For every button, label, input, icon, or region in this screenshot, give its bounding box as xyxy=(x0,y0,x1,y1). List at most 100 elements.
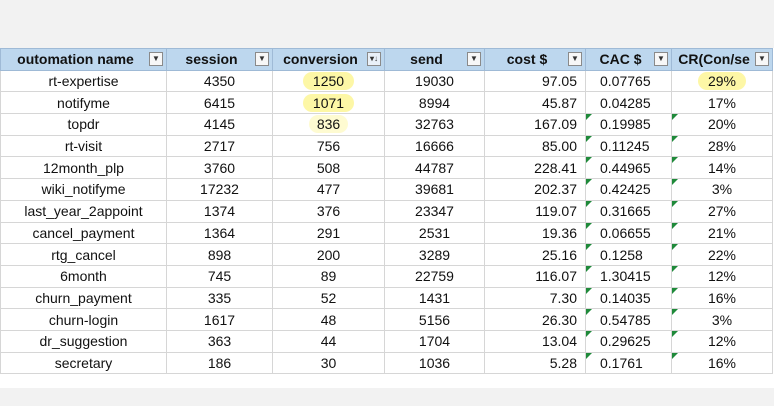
cell-cr[interactable]: 20% xyxy=(671,113,773,136)
cell-cost[interactable]: 5.28 xyxy=(484,351,586,375)
cell-conversion[interactable]: 1071 xyxy=(272,91,385,115)
cell-send[interactable]: 32763 xyxy=(384,113,485,136)
cell-send[interactable]: 8994 xyxy=(384,91,485,115)
cell-automation-name[interactable]: wiki_notifyme xyxy=(0,178,167,201)
cell-automation-name[interactable]: rt-expertise xyxy=(0,69,167,93)
cell-conversion[interactable]: 52 xyxy=(272,286,385,310)
cell-cost[interactable]: 25.16 xyxy=(484,243,586,266)
cell-cac[interactable]: 0.31665 xyxy=(585,199,672,223)
cell-cac[interactable]: 0.1258 xyxy=(585,243,672,266)
cell-cr[interactable]: 21% xyxy=(671,221,773,245)
cell-cost[interactable]: 85.00 xyxy=(484,134,586,158)
cell-automation-name[interactable]: churn-login xyxy=(0,308,167,331)
cell-cr[interactable]: 27% xyxy=(671,199,773,223)
cell-session[interactable]: 363 xyxy=(166,329,273,353)
cell-automation-name[interactable]: churn_payment xyxy=(0,286,167,310)
cell-cac[interactable]: 0.44965 xyxy=(585,156,672,180)
cell-cr[interactable]: 3% xyxy=(671,178,773,201)
filter-sort-desc-icon[interactable]: ▾↓ xyxy=(367,52,381,66)
cell-cr[interactable]: 28% xyxy=(671,134,773,158)
cell-cost[interactable]: 119.07 xyxy=(484,199,586,223)
cell-send[interactable]: 3289 xyxy=(384,243,485,266)
cell-cac[interactable]: 0.14035 xyxy=(585,286,672,310)
cell-conversion[interactable]: 89 xyxy=(272,264,385,288)
cell-cac[interactable]: 0.29625 xyxy=(585,329,672,353)
cell-cost[interactable]: 228.41 xyxy=(484,156,586,180)
cell-cost[interactable]: 116.07 xyxy=(484,264,586,288)
cell-conversion[interactable]: 30 xyxy=(272,351,385,375)
cell-session[interactable]: 6415 xyxy=(166,91,273,115)
cell-session[interactable]: 2717 xyxy=(166,134,273,158)
cell-cost[interactable]: 202.37 xyxy=(484,178,586,201)
cell-cr[interactable]: 16% xyxy=(671,286,773,310)
cell-cost[interactable]: 167.09 xyxy=(484,113,586,136)
cell-send[interactable]: 16666 xyxy=(384,134,485,158)
cell-automation-name[interactable]: 12month_plp xyxy=(0,156,167,180)
cell-conversion[interactable]: 1250 xyxy=(272,69,385,93)
cell-cac[interactable]: 0.04285 xyxy=(585,91,672,115)
cell-conversion[interactable]: 44 xyxy=(272,329,385,353)
cell-cac[interactable]: 0.42425 xyxy=(585,178,672,201)
cell-automation-name[interactable]: rtg_cancel xyxy=(0,243,167,266)
cell-session[interactable]: 186 xyxy=(166,351,273,375)
cell-conversion[interactable]: 48 xyxy=(272,308,385,331)
cell-automation-name[interactable]: 6month xyxy=(0,264,167,288)
filter-dropdown-icon[interactable]: ▼ xyxy=(255,52,269,66)
cell-automation-name[interactable]: last_year_2appoint xyxy=(0,199,167,223)
cell-cr[interactable]: 16% xyxy=(671,351,773,375)
cell-cr[interactable]: 29% xyxy=(671,69,773,93)
cell-session[interactable]: 1617 xyxy=(166,308,273,331)
cell-send[interactable]: 23347 xyxy=(384,199,485,223)
cell-cac[interactable]: 0.19985 xyxy=(585,113,672,136)
cell-send[interactable]: 1036 xyxy=(384,351,485,375)
cell-cost[interactable]: 19.36 xyxy=(484,221,586,245)
cell-send[interactable]: 2531 xyxy=(384,221,485,245)
cell-cost[interactable]: 13.04 xyxy=(484,329,586,353)
cell-session[interactable]: 898 xyxy=(166,243,273,266)
cell-automation-name[interactable]: rt-visit xyxy=(0,134,167,158)
cell-session[interactable]: 4350 xyxy=(166,69,273,93)
cell-session[interactable]: 1374 xyxy=(166,199,273,223)
filter-dropdown-icon[interactable]: ▼ xyxy=(755,52,769,66)
cell-send[interactable]: 1431 xyxy=(384,286,485,310)
cell-conversion[interactable]: 836 xyxy=(272,113,385,136)
cell-cr[interactable]: 14% xyxy=(671,156,773,180)
cell-conversion[interactable]: 200 xyxy=(272,243,385,266)
cell-conversion[interactable]: 508 xyxy=(272,156,385,180)
cell-session[interactable]: 1364 xyxy=(166,221,273,245)
cell-send[interactable]: 44787 xyxy=(384,156,485,180)
filter-dropdown-icon[interactable]: ▼ xyxy=(654,52,668,66)
cell-automation-name[interactable]: notifyme xyxy=(0,91,167,115)
cell-automation-name[interactable]: secretary xyxy=(0,351,167,375)
cell-automation-name[interactable]: dr_suggestion xyxy=(0,329,167,353)
cell-conversion[interactable]: 756 xyxy=(272,134,385,158)
cell-session[interactable]: 335 xyxy=(166,286,273,310)
cell-send[interactable]: 19030 xyxy=(384,69,485,93)
cell-cr[interactable]: 12% xyxy=(671,329,773,353)
cell-cac[interactable]: 0.07765 xyxy=(585,69,672,93)
cell-cac[interactable]: 0.1761 xyxy=(585,351,672,375)
cell-cost[interactable]: 7.30 xyxy=(484,286,586,310)
cell-cr[interactable]: 22% xyxy=(671,243,773,266)
cell-cr[interactable]: 17% xyxy=(671,91,773,115)
cell-send[interactable]: 1704 xyxy=(384,329,485,353)
cell-cac[interactable]: 1.30415 xyxy=(585,264,672,288)
cell-cr[interactable]: 12% xyxy=(671,264,773,288)
cell-session[interactable]: 3760 xyxy=(166,156,273,180)
filter-dropdown-icon[interactable]: ▼ xyxy=(467,52,481,66)
cell-cac[interactable]: 0.11245 xyxy=(585,134,672,158)
cell-cr[interactable]: 3% xyxy=(671,308,773,331)
cell-send[interactable]: 5156 xyxy=(384,308,485,331)
cell-automation-name[interactable]: topdr xyxy=(0,113,167,136)
filter-dropdown-icon[interactable]: ▼ xyxy=(149,52,163,66)
cell-cost[interactable]: 26.30 xyxy=(484,308,586,331)
cell-conversion[interactable]: 477 xyxy=(272,178,385,201)
cell-cost[interactable]: 45.87 xyxy=(484,91,586,115)
cell-session[interactable]: 17232 xyxy=(166,178,273,201)
cell-send[interactable]: 22759 xyxy=(384,264,485,288)
cell-session[interactable]: 4145 xyxy=(166,113,273,136)
cell-cost[interactable]: 97.05 xyxy=(484,69,586,93)
cell-send[interactable]: 39681 xyxy=(384,178,485,201)
cell-cac[interactable]: 0.54785 xyxy=(585,308,672,331)
cell-session[interactable]: 745 xyxy=(166,264,273,288)
